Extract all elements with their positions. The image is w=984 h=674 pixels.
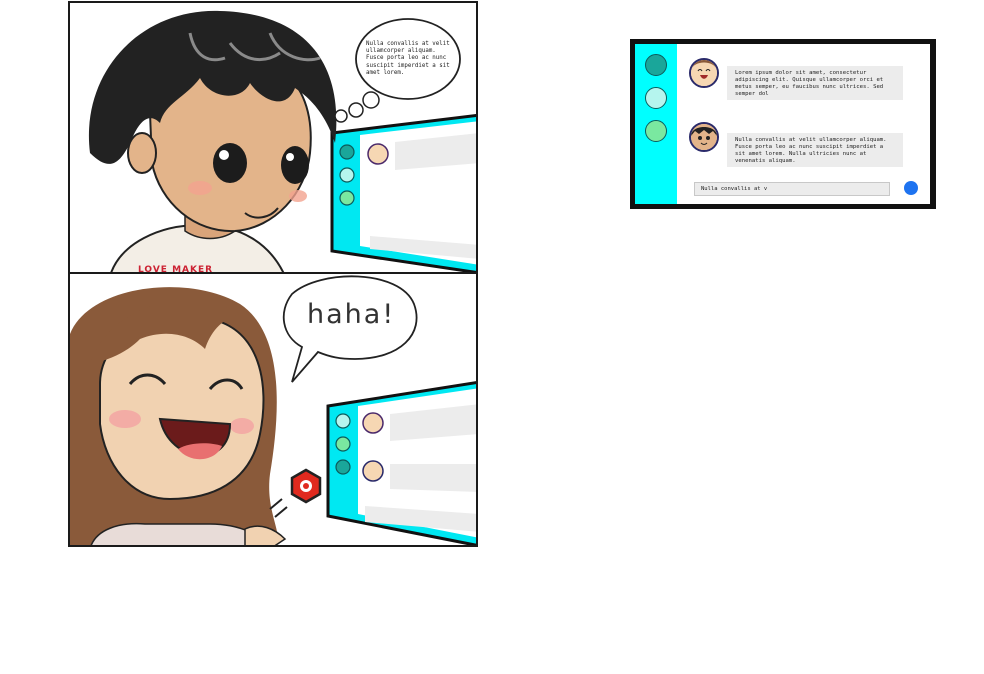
chat-main: Lorem ipsum dolor sit amet, consectetur … <box>677 44 930 204</box>
girl-avatar-icon <box>691 60 717 86</box>
chat-sidebar <box>635 44 677 204</box>
comic-panel-bottom: haha! <box>68 272 478 547</box>
message-input[interactable]: Nulla convallis at v <box>694 182 890 196</box>
speech-bubble-text: haha! <box>307 299 396 330</box>
hexagon-badge-icon <box>290 468 322 504</box>
avatar-girl <box>689 58 719 88</box>
sidebar-channel-3[interactable] <box>645 120 667 142</box>
girl-laughing-illustration <box>70 275 476 545</box>
message-2: Nulla convallis at velit ullamcorper ali… <box>727 133 903 167</box>
chat-window: Lorem ipsum dolor sit amet, consectetur … <box>630 39 936 209</box>
thought-bubble-text: Nulla convallis at velit ullamcorper ali… <box>366 41 450 76</box>
send-button[interactable] <box>904 181 918 195</box>
message-1: Lorem ipsum dolor sit amet, consectetur … <box>727 66 903 100</box>
avatar-boy <box>689 122 719 152</box>
boy-avatar-icon <box>691 124 717 150</box>
comic-strip: Nulla convallis at velit ullamcorper ali… <box>68 0 478 547</box>
sidebar-channel-1[interactable] <box>645 54 667 76</box>
comic-panel-top: Nulla convallis at velit ullamcorper ali… <box>68 1 478 274</box>
sidebar-channel-2[interactable] <box>645 87 667 109</box>
monitor-illustration <box>326 381 476 545</box>
monitor-illustration <box>330 113 476 272</box>
